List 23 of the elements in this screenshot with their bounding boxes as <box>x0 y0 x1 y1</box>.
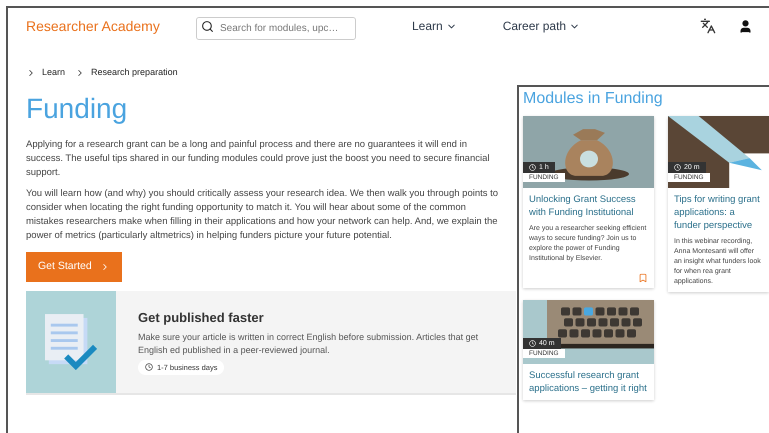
search-field[interactable]: Search for modules, upc… <box>196 16 356 40</box>
search-icon <box>201 20 214 32</box>
module-title[interactable]: Successful research grant applications – getting it right <box>529 369 648 395</box>
promo-title: Get published faster <box>138 309 264 328</box>
intro-paragraph: You will learn how (and why) you should critically assess your research idea. We then walk you through points to consider when locating the right funding opportunity to match it. You will hear about some of the common mistakes researchers make when filling in their applications and how your network can help. And, we explain the power of metrics (particularly altmetrics) in helping funders picture your future potential. <box>26 186 500 242</box>
breadcrumb-link[interactable]: Learn <box>42 66 66 80</box>
clock-icon <box>674 164 681 171</box>
promo-text: Make sure your article is written in correct English before submission. Articles that get English ed published in a peer-reviewed journal. <box>138 330 480 357</box>
breadcrumb-link[interactable]: Research preparation <box>91 66 178 80</box>
bookmark-icon[interactable] <box>638 273 648 283</box>
module-title[interactable]: Tips for writing grant applications: a funder perspective <box>674 193 763 232</box>
nav-menu[interactable]: Career path <box>502 17 580 35</box>
page-title: Funding <box>26 92 128 126</box>
nav-menu[interactable]: Learn <box>412 17 457 35</box>
panel-title: Modules in Funding <box>523 89 664 109</box>
clock-icon <box>145 363 153 372</box>
clock-icon <box>529 340 536 347</box>
intro-paragraph: Applying for a research grant can be a long and painful process and there are no guarantees it will end in success. The useful tips shared in our funding modules could prove just the boost you need to secure financial support. <box>26 138 490 180</box>
translate-icon[interactable] <box>700 18 716 34</box>
module-title[interactable]: Unlocking Grant Success with Funding Institutional <box>529 193 648 219</box>
user-icon[interactable] <box>738 18 753 34</box>
checked-document-icon <box>45 314 97 370</box>
clock-icon <box>529 164 536 171</box>
